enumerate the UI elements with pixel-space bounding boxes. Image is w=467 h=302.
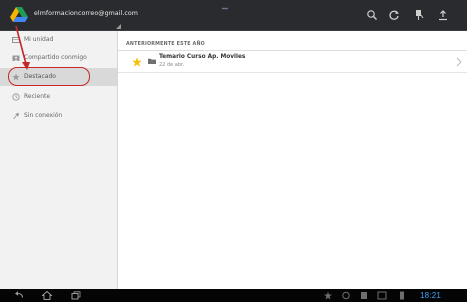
sidebar: Mi unidad Compartido conmigo Destacado R… (0, 31, 118, 289)
sidebar-item-sin-conexion[interactable]: Sin conexión (0, 107, 117, 125)
file-row[interactable]: Temario Curso Ap. Moviles 22 de abr. (118, 51, 467, 73)
file-name[interactable]: Temario Curso Ap. Moviles (159, 54, 245, 60)
sidebar-item-reciente[interactable]: Reciente (0, 88, 117, 106)
sidebar-item-label: Reciente (24, 93, 51, 100)
drive-logo-icon[interactable] (10, 7, 28, 23)
action-bar: elmformacioncorreo@gmail.com *** (0, 0, 467, 31)
pin-offline-icon[interactable] (413, 9, 425, 21)
search-icon[interactable] (366, 9, 378, 21)
star-icon (12, 73, 20, 81)
image-icon[interactable] (377, 291, 387, 300)
clock-icon (12, 93, 20, 101)
chevron-right-icon[interactable] (456, 57, 462, 67)
file-date: 22 de abr. (159, 62, 185, 68)
folder-icon (148, 58, 156, 64)
shared-icon (12, 55, 20, 61)
upload-icon[interactable] (437, 9, 449, 21)
file-list-panel: ANTERIORMENTE ESTE AÑO Temario Curso Ap.… (118, 31, 467, 289)
back-icon[interactable] (14, 291, 24, 300)
home-icon[interactable] (42, 291, 52, 300)
notification-icon[interactable] (323, 291, 333, 300)
download-icon[interactable] (359, 291, 369, 300)
clock: 18:21 (420, 291, 442, 300)
sidebar-item-label: Sin conexión (24, 112, 63, 119)
recent-apps-icon[interactable] (71, 291, 81, 300)
refresh-icon[interactable] (388, 9, 400, 21)
sidebar-item-compartido-conmigo[interactable]: Compartido conmigo (0, 49, 117, 67)
account-email[interactable]: elmformacioncorreo@gmail.com (34, 10, 138, 17)
sidebar-item-mi-unidad[interactable]: Mi unidad (0, 31, 117, 49)
usb-icon[interactable] (341, 291, 351, 300)
system-navigation-bar: 18:21 (0, 289, 467, 302)
pin-icon (13, 112, 20, 120)
section-header: ANTERIORMENTE ESTE AÑO (126, 42, 205, 47)
sidebar-item-label: Compartido conmigo (24, 54, 87, 61)
account-dropdown-icon[interactable] (116, 24, 121, 29)
star-icon[interactable] (132, 57, 142, 67)
sidebar-item-destacado[interactable]: Destacado (0, 68, 117, 86)
sidebar-item-label: Destacado (24, 73, 56, 80)
drive-icon (12, 37, 20, 43)
battery-icon (400, 291, 404, 300)
status-indicator: *** (222, 7, 228, 12)
sidebar-item-label: Mi unidad (24, 36, 54, 43)
